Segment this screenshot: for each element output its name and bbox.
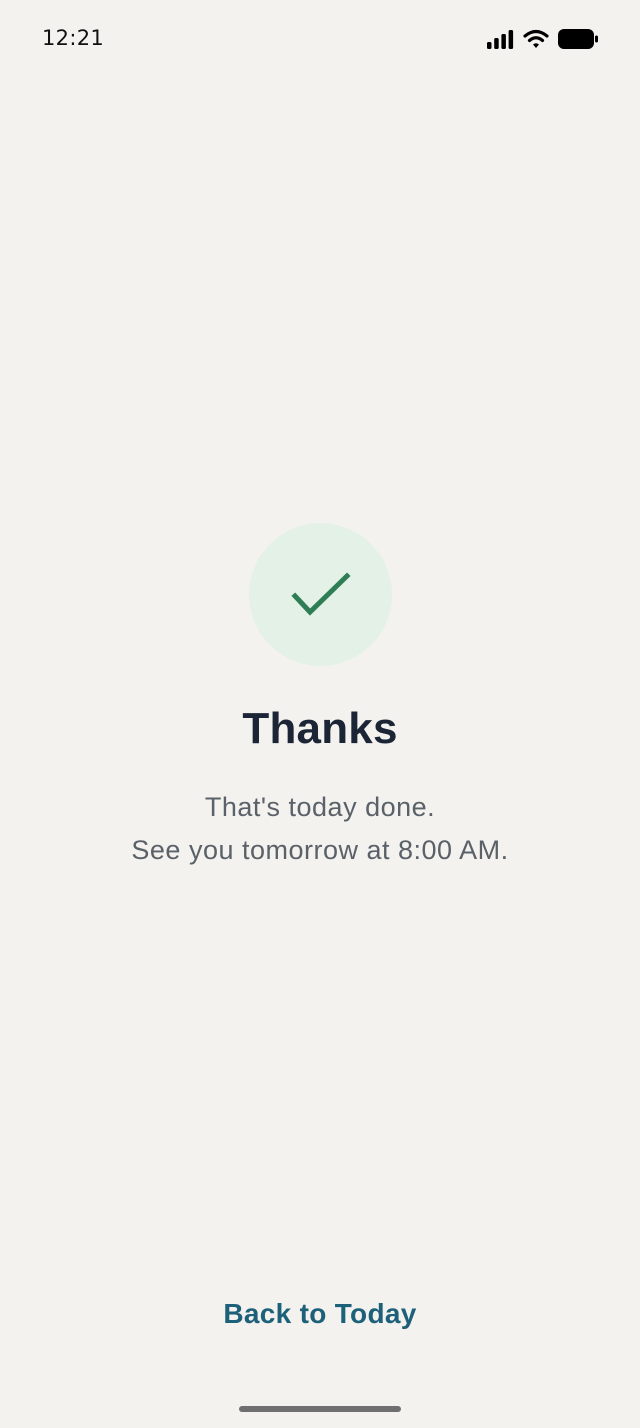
back-to-today-button[interactable]: Back to Today [0,1296,640,1332]
status-time: 12:21 [42,26,105,50]
status-icons [487,28,598,50]
success-badge [248,523,392,666]
battery-icon [558,29,598,49]
status-bar: 12:21 [0,0,640,80]
home-indicator[interactable] [239,1406,401,1412]
message-line-2: See you tomorrow at 8:00 AM. [131,835,509,865]
checkmark-icon [290,572,351,616]
message-line-1: That's today done. [204,792,436,822]
confirmation-message: That's today done. See you tomorrow at 8… [0,786,640,872]
wifi-icon [523,29,549,48]
confirmation-panel: Thanks That's today done. See you tomorr… [0,523,640,872]
signal-icon [487,29,514,49]
page-title: Thanks [242,704,398,753]
